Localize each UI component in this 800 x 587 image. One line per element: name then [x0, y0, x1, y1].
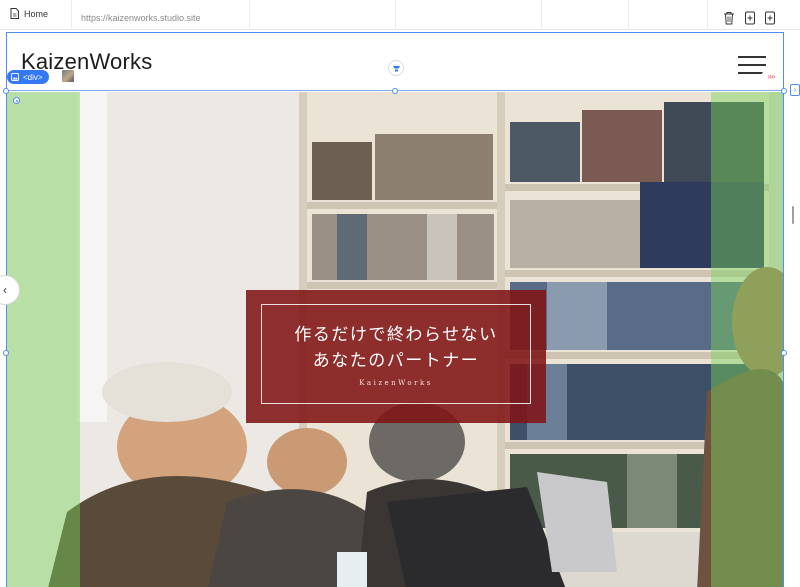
divider	[395, 0, 396, 30]
double-chevron-right-icon[interactable]: »»	[761, 70, 781, 84]
hero-section[interactable]: 作るだけで終わらせない あなたのパートナー KaizenWorks	[7, 92, 783, 587]
site-url[interactable]: https://kaizenworks.studio.site	[81, 13, 201, 23]
selection-tag: <div>	[23, 72, 43, 82]
add-page-after-icon[interactable]	[764, 11, 776, 25]
site-header[interactable]: KaizenWorks	[7, 33, 783, 91]
section-handle-icon[interactable]	[388, 60, 404, 76]
hero-headline-line2: あなたのパートナー	[312, 350, 480, 371]
resize-handle[interactable]	[781, 88, 787, 94]
image-icon	[11, 73, 19, 81]
divider	[707, 0, 708, 30]
scrollbar[interactable]	[792, 206, 794, 224]
divider	[71, 0, 72, 30]
page-icon	[10, 8, 19, 19]
editor-top-bar: Home https://kaizenworks.studio.site	[0, 0, 800, 30]
selection-badge[interactable]: <div>	[7, 70, 49, 84]
divider	[541, 0, 542, 30]
add-page-before-icon[interactable]	[744, 11, 756, 25]
resize-handle[interactable]	[392, 88, 398, 94]
divider	[249, 0, 250, 30]
hero-headline-box[interactable]: 作るだけで終わらせない あなたのパートナー KaizenWorks	[246, 290, 546, 423]
hero-headline-line1: 作るだけで終わらせない	[294, 324, 498, 345]
hero-brand-subtitle: KaizenWorks	[359, 378, 433, 387]
padding-overlay-left	[7, 92, 80, 587]
canvas-frame: KaizenWorks 作るだけで終わらせない あなたのパートナー Kaizen…	[6, 32, 784, 587]
avatar[interactable]	[61, 69, 75, 83]
resize-handle[interactable]	[3, 350, 9, 356]
trash-icon[interactable]	[723, 11, 735, 25]
expand-right-icon[interactable]: ›	[790, 84, 800, 96]
divider	[628, 0, 629, 30]
padding-overlay-right	[711, 92, 783, 587]
hero-headline-border: 作るだけで終わらせない あなたのパートナー KaizenWorks	[261, 304, 531, 404]
resize-handle[interactable]	[781, 350, 787, 356]
target-icon[interactable]	[13, 97, 20, 104]
page-name: Home	[24, 8, 49, 19]
resize-handle[interactable]	[3, 88, 9, 94]
page-selector[interactable]: Home	[10, 8, 48, 19]
